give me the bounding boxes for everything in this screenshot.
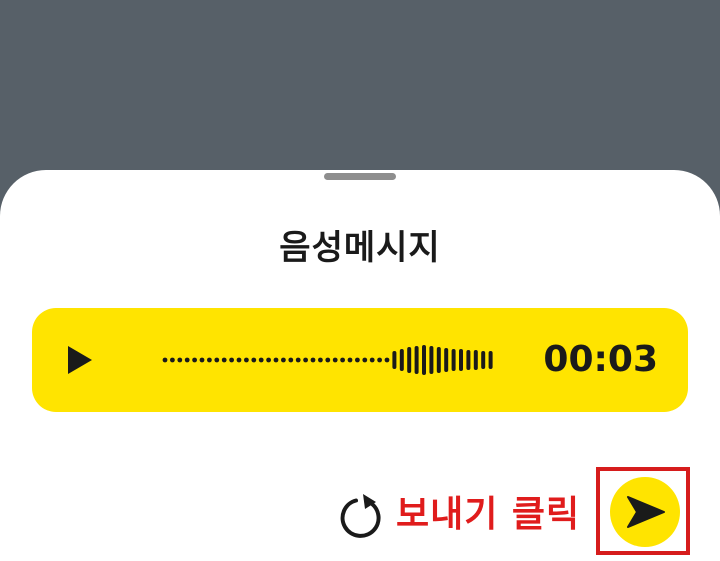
waveform-dot xyxy=(170,357,175,363)
waveform-dot xyxy=(362,357,368,363)
waveform-dot xyxy=(325,357,331,363)
waveform-bar xyxy=(459,349,463,371)
play-icon xyxy=(68,346,92,374)
waveform-dot xyxy=(281,357,286,363)
waveform-dot xyxy=(162,357,168,363)
waveform-dot xyxy=(251,357,257,363)
waveform-bar xyxy=(481,351,486,369)
waveform-bar xyxy=(444,348,449,372)
waveform-dot xyxy=(369,357,375,363)
waveform-dot xyxy=(377,357,382,363)
waveform-dot xyxy=(258,357,264,363)
waveform-dot xyxy=(214,357,220,363)
waveform-bar xyxy=(392,351,397,369)
waveform-dot xyxy=(236,357,242,363)
waveform-dot xyxy=(340,357,345,363)
waveform-dot xyxy=(192,357,197,363)
waveform-dot xyxy=(177,357,183,363)
send-callout-label: 보내기 클릭 xyxy=(396,494,581,535)
drag-handle[interactable] xyxy=(324,173,396,180)
waveform[interactable] xyxy=(162,330,552,390)
waveform-dot xyxy=(295,357,301,363)
send-highlight-box xyxy=(596,467,690,555)
duration-label: 00:03 xyxy=(543,339,658,380)
waveform-dot xyxy=(221,357,227,363)
waveform-dot xyxy=(355,357,360,363)
waveform-bar xyxy=(399,349,404,371)
rerecord-button[interactable] xyxy=(336,492,386,542)
waveform-dot xyxy=(303,357,308,363)
waveform-dot xyxy=(184,357,190,363)
waveform-bar xyxy=(466,350,471,370)
waveform-dot xyxy=(199,357,205,363)
play-button[interactable] xyxy=(66,344,94,376)
waveform-dot xyxy=(207,357,212,363)
waveform-dot xyxy=(347,357,353,363)
send-arrow-icon xyxy=(627,496,665,528)
waveform-bar xyxy=(451,349,456,371)
waveform-bar xyxy=(407,347,412,373)
voice-player: 00:03 xyxy=(32,308,688,412)
waveform-dot xyxy=(332,357,338,363)
waveform-dot xyxy=(266,357,271,363)
waveform-bar xyxy=(488,351,493,369)
waveform-bar xyxy=(436,347,441,373)
waveform-bar xyxy=(414,346,419,374)
waveform-dot xyxy=(318,357,323,363)
waveform-bar xyxy=(473,350,478,370)
waveform-bar xyxy=(429,346,434,374)
sheet-title: 음성메시지 xyxy=(279,228,441,268)
waveform-dot xyxy=(288,357,294,363)
waveform-dot xyxy=(273,357,279,363)
waveform-dot xyxy=(229,357,234,363)
send-button[interactable] xyxy=(610,477,680,547)
refresh-icon xyxy=(340,494,381,538)
waveform-dot xyxy=(384,357,390,363)
waveform-dot xyxy=(310,357,316,363)
waveform-bar xyxy=(422,345,426,375)
voice-message-sheet: 음성메시지 00:03 보내기 클릭 xyxy=(0,170,720,561)
waveform-dot xyxy=(244,357,249,363)
